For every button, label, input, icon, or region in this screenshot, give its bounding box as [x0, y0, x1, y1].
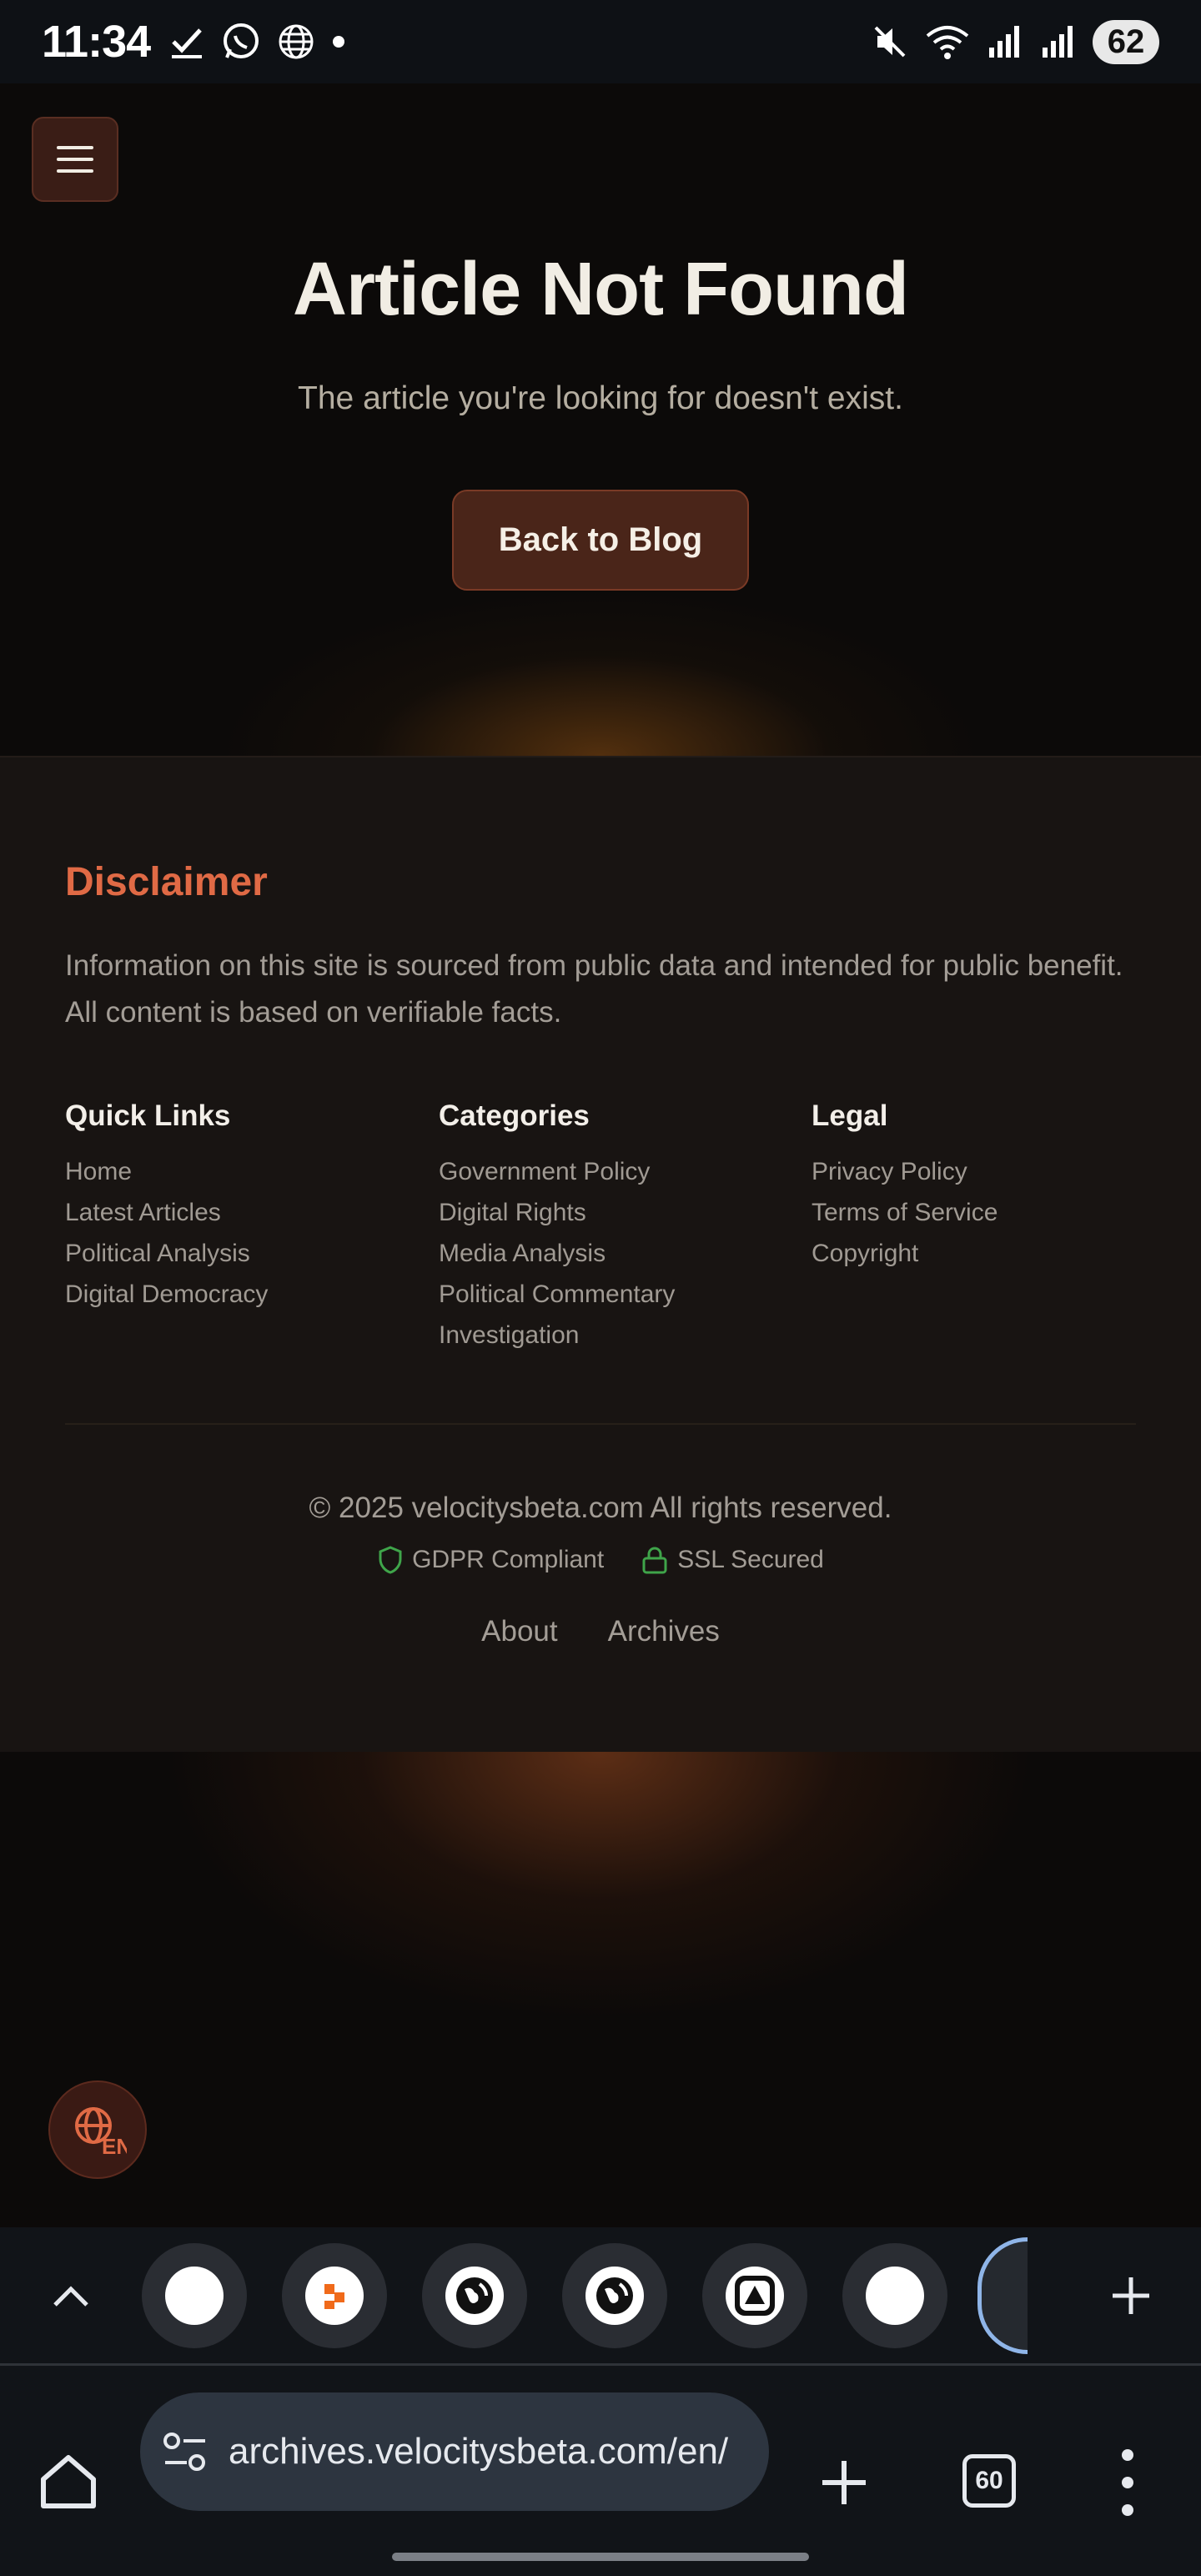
quick-links-title: Quick Links — [65, 1099, 231, 1132]
globe-language-icon: EN — [75, 2107, 127, 2159]
globe-favicon-icon — [585, 2266, 644, 2325]
globe-favicon-icon — [445, 2266, 504, 2325]
plus-icon — [1113, 2277, 1149, 2314]
footer-link-political-analysis[interactable]: Political Analysis — [65, 1233, 268, 1274]
footer: Disclaimer Information on this site is s… — [0, 756, 1201, 1752]
tab-thumbnail[interactable] — [282, 2242, 387, 2348]
hamburger-icon — [57, 146, 93, 173]
orange-favicon-icon — [305, 2266, 364, 2325]
tab-thumbnail[interactable] — [142, 2242, 247, 2348]
tab-thumbnail[interactable] — [422, 2242, 527, 2348]
home-icon — [41, 2455, 96, 2508]
hero-section: Article Not Found The article you're loo… — [0, 83, 1201, 756]
check-icon — [172, 28, 203, 58]
legal-title: Legal — [812, 1099, 888, 1132]
footer-link-home[interactable]: Home — [65, 1151, 268, 1192]
footer-link-about[interactable]: About — [481, 1615, 557, 1648]
footer-link-latest-articles[interactable]: Latest Articles — [65, 1192, 268, 1233]
background-glow — [0, 1752, 1201, 2227]
copyright-text: © 2025 velocitysbeta.com All rights rese… — [309, 1492, 892, 1524]
dot — [1122, 2477, 1133, 2488]
more-options-button[interactable] — [1111, 2449, 1144, 2516]
signal-icon — [989, 26, 1019, 58]
tab-thumbnail-active[interactable] — [977, 2236, 1028, 2354]
trust-badges: GDPR Compliant SSL Secured — [0, 1545, 1201, 1575]
tab-strip — [0, 2227, 1201, 2366]
triangle-favicon-icon — [726, 2266, 784, 2325]
footer-bottom-links: About Archives — [0, 1615, 1201, 1648]
footer-link-digital-democracy[interactable]: Digital Democracy — [65, 1274, 268, 1315]
wifi-icon — [926, 26, 969, 59]
disclaimer-title: Disclaimer — [65, 860, 268, 904]
site-settings-icon — [163, 2433, 205, 2471]
whatsapp-icon — [224, 23, 259, 58]
footer-divider — [65, 1423, 1136, 1425]
lock-icon — [642, 1547, 667, 1574]
status-left-icons — [168, 21, 347, 63]
dot — [1122, 2504, 1133, 2516]
footer-link-copyright[interactable]: Copyright — [812, 1233, 997, 1274]
disclaimer-text: Information on this site is sourced from… — [65, 949, 1123, 1029]
gdpr-badge-label: GDPR Compliant — [412, 1546, 605, 1573]
new-tab-button[interactable] — [811, 2449, 877, 2516]
status-time: 11:34 — [42, 17, 151, 67]
language-code: EN — [102, 2134, 127, 2159]
footer-link-privacy-policy[interactable]: Privacy Policy — [812, 1151, 997, 1192]
chevron-up-icon — [53, 2285, 88, 2307]
gdpr-badge: GDPR Compliant — [377, 1545, 604, 1575]
tab-thumbnail[interactable] — [702, 2242, 807, 2348]
url-text: archives.velocitysbeta.com/en/ — [229, 2431, 729, 2472]
legal-column: Legal Privacy Policy Terms of Service Co… — [812, 1099, 997, 1274]
footer-link-investigation[interactable]: Investigation — [439, 1315, 675, 1356]
footer-link-terms-of-service[interactable]: Terms of Service — [812, 1192, 997, 1233]
footer-link-media-analysis[interactable]: Media Analysis — [439, 1233, 675, 1274]
blank-favicon-icon — [165, 2266, 224, 2325]
tab-thumbnail[interactable] — [842, 2242, 947, 2348]
dot — [1122, 2449, 1133, 2461]
back-to-blog-button[interactable]: Back to Blog — [452, 490, 749, 591]
categories-title: Categories — [439, 1099, 590, 1132]
menu-button[interactable] — [32, 117, 118, 202]
globe-icon — [279, 24, 314, 59]
footer-link-digital-rights[interactable]: Digital Rights — [439, 1192, 675, 1233]
footer-link-political-commentary[interactable]: Political Commentary — [439, 1274, 675, 1315]
language-switch-button[interactable]: EN — [48, 2080, 147, 2179]
mute-icon — [874, 26, 906, 58]
browser-toolbar: archives.velocitysbeta.com/en/ 60 — [0, 2366, 1201, 2576]
plus-icon — [822, 2461, 866, 2504]
ssl-badge-label: SSL Secured — [677, 1546, 824, 1573]
shield-icon — [379, 1546, 402, 1574]
blank-favicon-icon — [866, 2266, 924, 2325]
page-title: Article Not Found — [293, 248, 909, 331]
home-button[interactable] — [37, 2451, 103, 2518]
status-right-icons: 62 — [871, 19, 1159, 64]
ssl-badge: SSL Secured — [641, 1545, 824, 1575]
address-bar[interactable]: archives.velocitysbeta.com/en/ — [140, 2392, 769, 2511]
footer-link-government-policy[interactable]: Government Policy — [439, 1151, 675, 1192]
tab-thumbnail[interactable] — [562, 2242, 667, 2348]
battery-indicator: 62 — [1093, 19, 1159, 64]
page-subtitle: The article you're looking for doesn't e… — [298, 380, 903, 416]
quick-links-column: Quick Links Home Latest Articles Politic… — [65, 1099, 268, 1315]
footer-link-archives[interactable]: Archives — [608, 1615, 720, 1648]
dot-icon — [333, 36, 345, 48]
gesture-bar — [392, 2553, 809, 2561]
add-tab-group-button[interactable] — [1098, 2262, 1164, 2329]
status-bar: 11:34 62 — [0, 0, 1201, 83]
categories-column: Categories Government Policy Digital Rig… — [439, 1099, 675, 1356]
tab-switcher-button[interactable]: 60 — [962, 2454, 1016, 2508]
signal-icon — [1043, 26, 1073, 58]
collapse-tabs-button[interactable] — [0, 2283, 142, 2308]
